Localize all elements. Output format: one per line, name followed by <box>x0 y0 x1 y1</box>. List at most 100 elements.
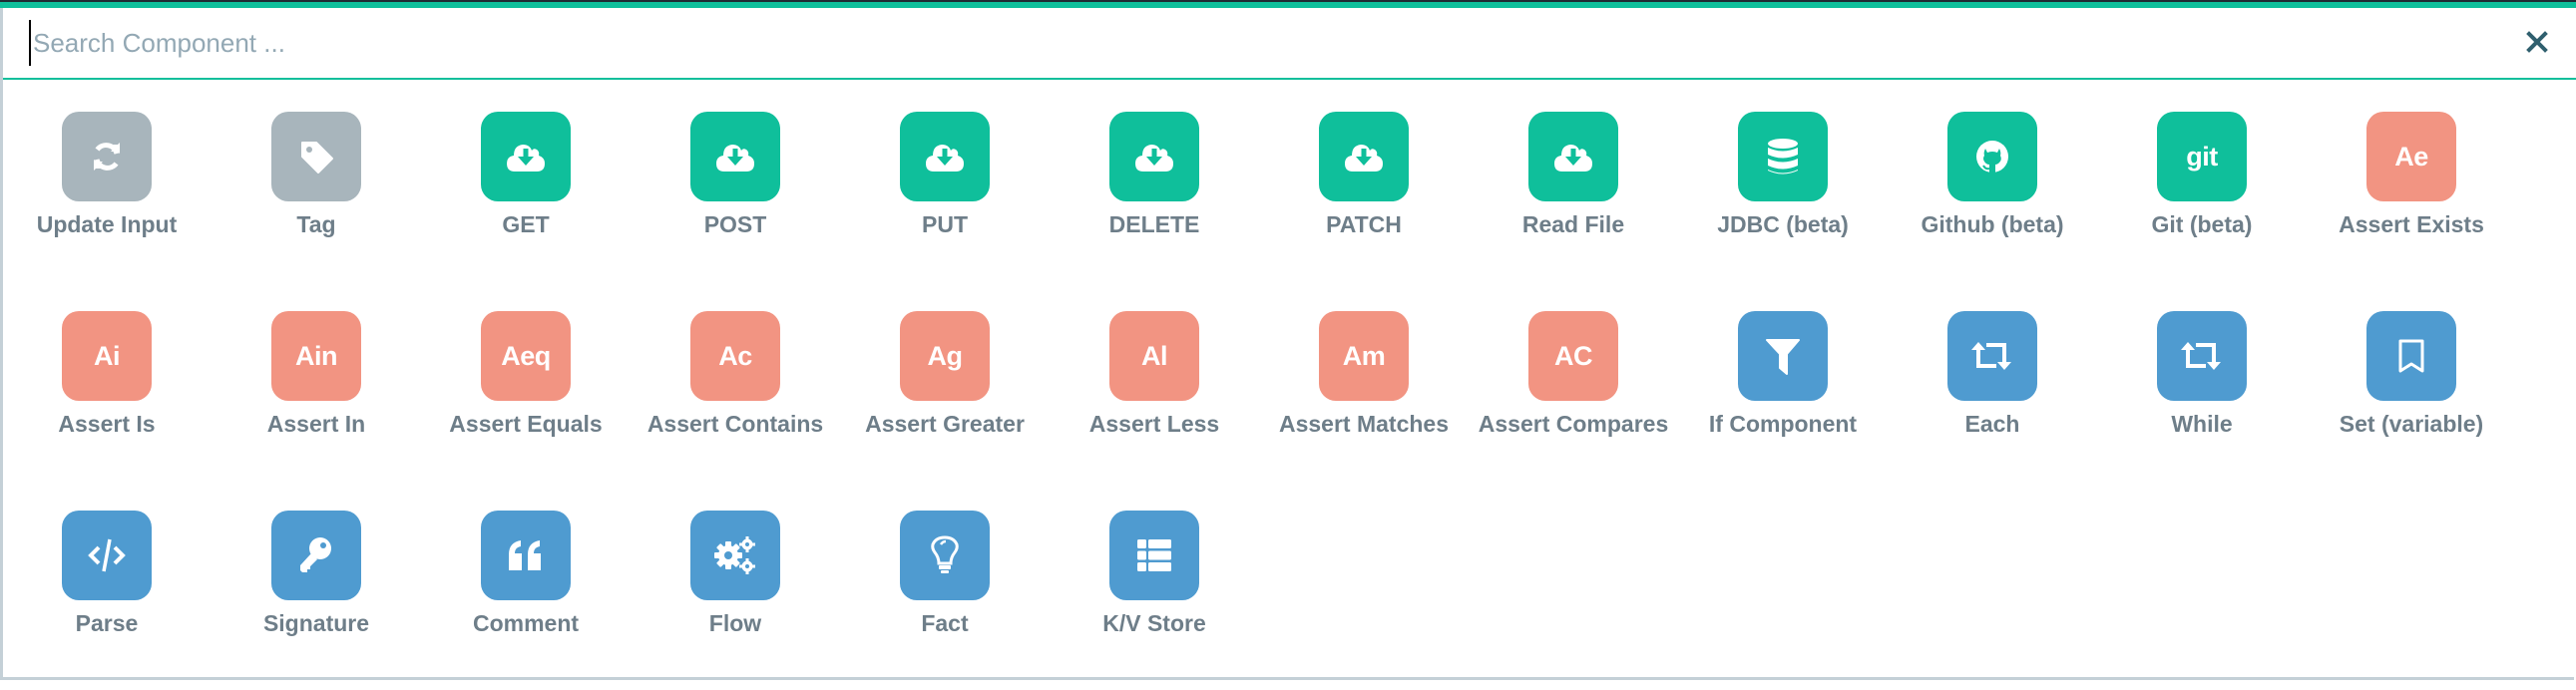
abbr-icon: Al <box>1141 340 1168 371</box>
component-tile[interactable]: Ai <box>62 311 152 401</box>
component-assert-compares[interactable]: AC Assert Compares <box>1469 311 1678 491</box>
component-label: Assert Contains <box>646 411 824 437</box>
component-tile[interactable] <box>1109 511 1199 600</box>
component-tile[interactable] <box>690 112 780 201</box>
component-delete[interactable]: DELETE <box>1050 112 1259 291</box>
component-each[interactable]: Each <box>1888 311 2097 491</box>
component-tile[interactable] <box>481 511 571 600</box>
component-tile[interactable]: Aeq <box>481 311 571 401</box>
close-button[interactable] <box>2519 24 2555 60</box>
code-icon <box>87 537 127 573</box>
component-assert-matches[interactable]: Am Assert Matches <box>1259 311 1469 491</box>
component-assert-equals[interactable]: Aeq Assert Equals <box>421 311 631 491</box>
component-label: PUT <box>922 211 968 237</box>
component-jdbc-beta[interactable]: JDBC (beta) <box>1678 112 1888 291</box>
component-label: JDBC (beta) <box>1717 211 1849 237</box>
quote-icon <box>507 538 545 572</box>
component-tile[interactable] <box>2157 311 2247 401</box>
component-tile[interactable]: git <box>2157 112 2247 201</box>
filter-icon <box>1765 336 1801 376</box>
abbr-icon: Ag <box>927 340 964 371</box>
component-tile[interactable]: Ag <box>900 311 990 401</box>
component-git-beta[interactable]: git Git (beta) <box>2097 112 2307 291</box>
component-label: Signature <box>262 610 370 636</box>
component-tile[interactable] <box>1319 112 1409 201</box>
component-tile[interactable] <box>271 511 361 600</box>
component-signature[interactable]: Signature <box>212 511 421 690</box>
component-tile[interactable] <box>1947 311 2037 401</box>
component-label: Fact <box>921 610 969 636</box>
component-put[interactable]: PUT <box>840 112 1050 291</box>
component-assert-exists[interactable]: Ae Assert Exists <box>2307 112 2516 291</box>
component-label: DELETE <box>1108 211 1200 237</box>
component-if-component[interactable]: If Component <box>1678 311 1888 491</box>
component-comment[interactable]: Comment <box>421 511 631 690</box>
component-tile[interactable] <box>271 112 361 201</box>
component-flow[interactable]: Flow <box>631 511 840 690</box>
component-tile[interactable]: Am <box>1319 311 1409 401</box>
component-get[interactable]: GET <box>421 112 631 291</box>
component-assert-in[interactable]: Ain Assert In <box>212 311 421 491</box>
component-label: If Component <box>1708 411 1858 437</box>
refresh-icon <box>87 137 127 176</box>
component-tile[interactable]: Ae <box>2366 112 2456 201</box>
component-label: Update Input <box>36 211 178 237</box>
component-tile[interactable] <box>690 511 780 600</box>
cloud-download-icon <box>1133 140 1175 173</box>
component-tile[interactable] <box>1109 112 1199 201</box>
github-icon <box>1974 139 2010 174</box>
close-icon <box>2526 31 2548 53</box>
component-label: Github (beta) <box>1921 211 2064 237</box>
component-read-file[interactable]: Read File <box>1469 112 1678 291</box>
component-tile[interactable]: Ac <box>690 311 780 401</box>
component-label: While <box>2171 411 2233 437</box>
component-tile[interactable] <box>900 511 990 600</box>
component-tile[interactable]: Ain <box>271 311 361 401</box>
tag-icon <box>296 137 336 176</box>
component-tag[interactable]: Tag <box>212 112 421 291</box>
component-label: Assert Is <box>58 411 156 437</box>
search-input[interactable] <box>29 20 2477 66</box>
component-label: Assert Equals <box>449 411 603 437</box>
component-k-v-store[interactable]: K/V Store <box>1050 511 1259 690</box>
abbr-icon: Ai <box>94 340 121 371</box>
component-tile[interactable] <box>62 511 152 600</box>
component-tile[interactable] <box>62 112 152 201</box>
key-icon <box>298 535 334 575</box>
component-assert-is[interactable]: Ai Assert Is <box>2 311 212 491</box>
component-set-variable[interactable]: Set (variable) <box>2307 311 2516 491</box>
component-label: Assert Greater <box>865 411 1025 437</box>
component-tile[interactable] <box>1738 112 1828 201</box>
component-label: K/V Store <box>1102 610 1206 636</box>
component-tile[interactable] <box>1528 112 1618 201</box>
cloud-download-icon <box>714 140 756 173</box>
abbr-icon: Ac <box>718 340 752 371</box>
component-label: Tag <box>296 211 336 237</box>
component-patch[interactable]: PATCH <box>1259 112 1469 291</box>
component-assert-greater[interactable]: Ag Assert Greater <box>840 311 1050 491</box>
component-assert-contains[interactable]: Ac Assert Contains <box>631 311 840 491</box>
component-tile[interactable]: Al <box>1109 311 1199 401</box>
component-label: Parse <box>75 610 139 636</box>
abbr-icon: Ain <box>295 340 338 371</box>
component-tile[interactable]: AC <box>1528 311 1618 401</box>
abbr-icon: Ae <box>2394 141 2428 172</box>
component-tile[interactable] <box>2366 311 2456 401</box>
component-while[interactable]: While <box>2097 311 2307 491</box>
component-assert-less[interactable]: Al Assert Less <box>1050 311 1259 491</box>
component-tile[interactable] <box>481 112 571 201</box>
retweet-icon <box>2180 339 2224 373</box>
component-parse[interactable]: Parse <box>2 511 212 690</box>
component-post[interactable]: POST <box>631 112 840 291</box>
component-label: Set (variable) <box>2339 411 2484 437</box>
component-github-beta[interactable]: Github (beta) <box>1888 112 2097 291</box>
component-tile[interactable] <box>900 112 990 201</box>
component-label: Assert Less <box>1088 411 1220 437</box>
component-tile[interactable] <box>1738 311 1828 401</box>
component-tile[interactable] <box>1947 112 2037 201</box>
component-label: Comment <box>472 610 580 636</box>
component-label: Assert Matches <box>1278 411 1450 437</box>
abbr-icon: Am <box>1342 340 1386 371</box>
component-update-input[interactable]: Update Input <box>2 112 212 291</box>
component-fact[interactable]: Fact <box>840 511 1050 690</box>
